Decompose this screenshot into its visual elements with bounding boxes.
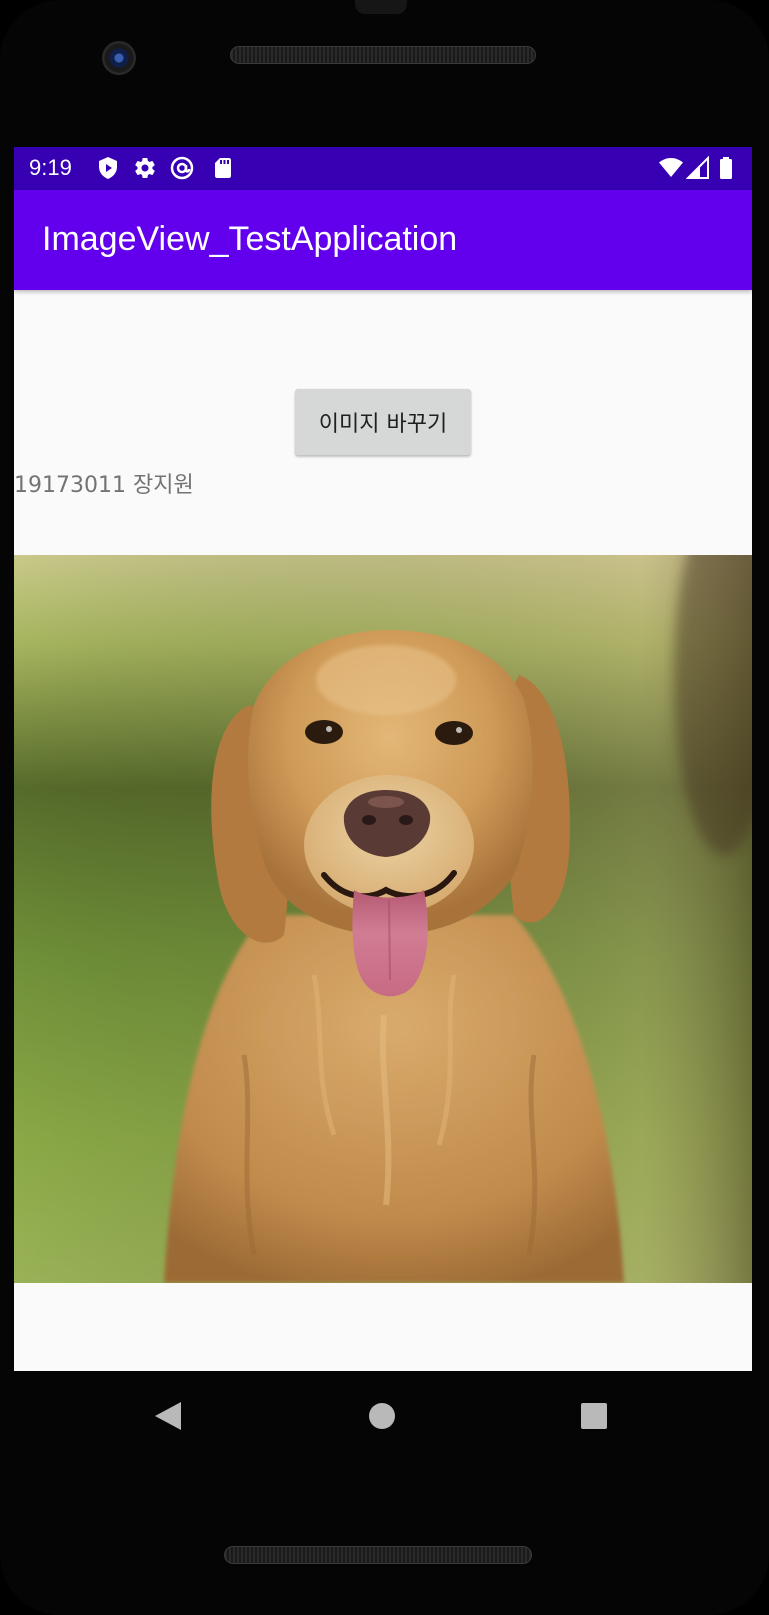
phone-frame: 9:19 ImageView_TestApplication 이미지 바꾸기 1…	[0, 0, 769, 1615]
back-icon	[155, 1402, 181, 1430]
status-time: 9:19	[29, 155, 72, 180]
status-bar: 9:19	[14, 147, 752, 190]
app-toolbar: ImageView_TestApplication	[14, 190, 752, 290]
shield-icon	[99, 157, 117, 179]
phone-notch	[355, 0, 407, 14]
app-title: ImageView_TestApplication	[42, 220, 458, 258]
dog-image-view	[14, 555, 752, 1283]
cell-signal-icon	[686, 156, 709, 179]
earpiece-speaker	[230, 46, 536, 64]
recents-icon	[581, 1403, 607, 1429]
change-image-button[interactable]: 이미지 바꾸기	[295, 389, 471, 455]
battery-icon	[720, 157, 732, 179]
front-camera-icon	[102, 41, 136, 75]
back-button[interactable]	[138, 1371, 198, 1461]
device-screen: 9:19 ImageView_TestApplication 이미지 바꾸기 1…	[14, 147, 752, 1371]
at-sign-icon	[170, 156, 194, 180]
student-id-label: 19173011 장지원	[14, 473, 194, 498]
home-icon	[369, 1403, 395, 1429]
recents-button[interactable]	[564, 1371, 624, 1461]
home-button[interactable]	[352, 1371, 412, 1461]
gear-icon	[135, 158, 155, 179]
wifi-icon	[659, 158, 683, 177]
navigation-bar	[0, 1371, 769, 1461]
golden-retriever-image	[14, 555, 752, 1283]
bottom-speaker	[224, 1546, 532, 1564]
sd-card-icon	[215, 158, 231, 178]
